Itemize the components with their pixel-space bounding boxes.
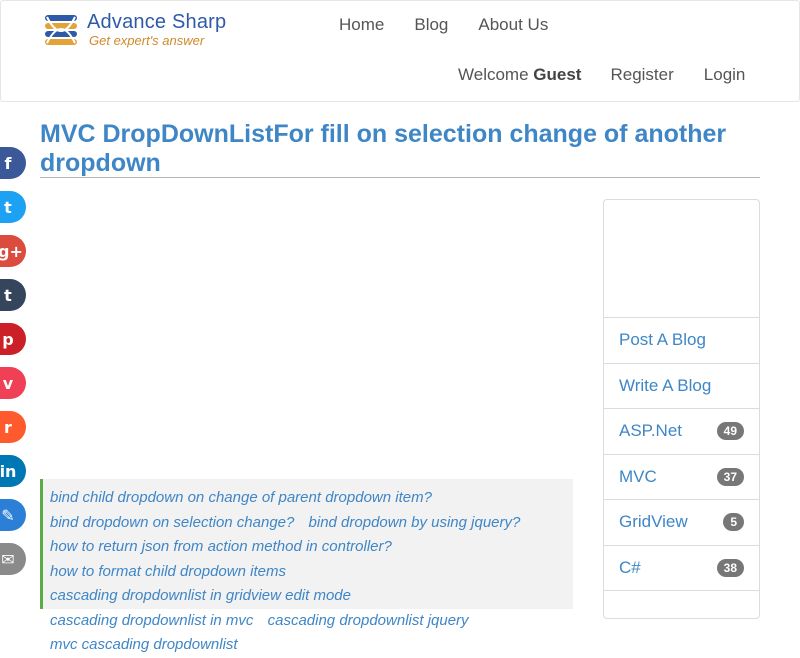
count-badge: 38 bbox=[716, 558, 744, 577]
top-navbar: Advance Sharp Get expert's answer Home B… bbox=[0, 0, 800, 102]
reddit-glyph: r bbox=[4, 417, 12, 437]
sidebar-item-gridview[interactable]: GridView 5 bbox=[604, 500, 759, 546]
login-link[interactable]: Login bbox=[704, 65, 746, 85]
tag-link[interactable]: bind dropdown on selection change? bbox=[50, 514, 294, 531]
pocket-glyph: v bbox=[2, 373, 14, 393]
welcome-prefix: Welcome bbox=[458, 65, 529, 84]
pin-glyph: ✎ bbox=[1, 505, 15, 525]
sidebar-item-label: Post A Blog bbox=[619, 330, 706, 350]
tag-link[interactable]: bind dropdown by using jquery? bbox=[309, 514, 521, 531]
sidebar-item-label: GridView bbox=[619, 512, 688, 532]
nav-home-link[interactable]: Home bbox=[339, 15, 384, 35]
tag-link[interactable]: cascading dropdownlist jquery bbox=[268, 612, 469, 629]
sidebar-item-post-a-blog[interactable]: Post A Blog bbox=[604, 318, 759, 364]
brand[interactable]: Advance Sharp Get expert's answer bbox=[43, 9, 226, 49]
nav-about-link[interactable]: About Us bbox=[478, 15, 548, 35]
sidebar: Post A Blog Write A Blog ASP.Net 49 MVC … bbox=[603, 199, 760, 619]
reddit-icon[interactable]: r bbox=[0, 411, 26, 443]
google-plus-glyph: g+ bbox=[0, 241, 23, 261]
sidebar-item-mvc[interactable]: MVC 37 bbox=[604, 455, 759, 500]
page-title: MVC DropDownListFor fill on selection ch… bbox=[40, 120, 760, 178]
count-badge: 37 bbox=[716, 467, 744, 486]
welcome-user: Guest bbox=[533, 65, 582, 84]
tag-link[interactable]: cascading dropdownlist in gridview edit … bbox=[50, 587, 351, 604]
count-badge: 49 bbox=[716, 422, 744, 441]
tag-link[interactable]: how to return json from action method in… bbox=[50, 538, 392, 555]
sidebar-item-write-a-blog[interactable]: Write A Blog bbox=[604, 364, 759, 409]
sidebar-item-label: C# bbox=[619, 557, 641, 577]
brand-tagline: Get expert's answer bbox=[89, 32, 205, 48]
pinterest-icon[interactable]: p bbox=[0, 323, 26, 355]
tag-link[interactable]: mvc cascading dropdownlist bbox=[50, 636, 238, 653]
sidebar-item-label: MVC bbox=[619, 466, 657, 486]
register-link[interactable]: Register bbox=[610, 65, 673, 85]
account-nav: Welcome Guest Register Login bbox=[458, 65, 745, 85]
advance-sharp-logo-icon bbox=[43, 11, 79, 47]
pocket-icon[interactable]: v bbox=[0, 367, 26, 399]
sidebar-item-aspnet[interactable]: ASP.Net 49 bbox=[604, 409, 759, 455]
count-badge: 5 bbox=[723, 513, 744, 532]
brand-name: Advance Sharp bbox=[87, 10, 227, 33]
tag-link[interactable]: how to format child dropdown items bbox=[50, 563, 286, 580]
welcome-text: Welcome Guest bbox=[458, 65, 581, 85]
linkedin-glyph: in bbox=[0, 461, 17, 481]
sidebar-item-csharp[interactable]: C# 38 bbox=[604, 546, 759, 591]
tags-box: bind child dropdown on change of parent … bbox=[40, 479, 573, 653]
facebook-icon[interactable]: f bbox=[0, 147, 26, 179]
social-share-bar: f t g+ t p v r in ✎ ✉ bbox=[0, 147, 28, 587]
sidebar-item-label: Write A Blog bbox=[619, 375, 712, 395]
tag-link[interactable]: bind child dropdown on change of parent … bbox=[50, 489, 432, 506]
linkedin-icon[interactable]: in bbox=[0, 455, 26, 487]
tumblr-icon[interactable]: t bbox=[0, 279, 26, 311]
tumblr-glyph: t bbox=[4, 285, 12, 305]
sidebar-ad-slot bbox=[604, 200, 759, 318]
pinterest-glyph: p bbox=[2, 329, 14, 349]
nav-blog-link[interactable]: Blog bbox=[414, 15, 448, 35]
pin-icon[interactable]: ✎ bbox=[0, 499, 26, 531]
sidebar-item-label: ASP.Net bbox=[619, 421, 683, 441]
twitter-icon[interactable]: t bbox=[0, 191, 26, 223]
google-plus-icon[interactable]: g+ bbox=[0, 235, 26, 267]
twitter-glyph: t bbox=[4, 197, 12, 217]
tag-link[interactable]: cascading dropdownlist in mvc bbox=[50, 612, 253, 629]
email-glyph: ✉ bbox=[1, 549, 15, 569]
facebook-glyph: f bbox=[4, 153, 12, 173]
email-icon[interactable]: ✉ bbox=[0, 543, 26, 575]
primary-nav: Home Blog About Us bbox=[339, 15, 548, 35]
